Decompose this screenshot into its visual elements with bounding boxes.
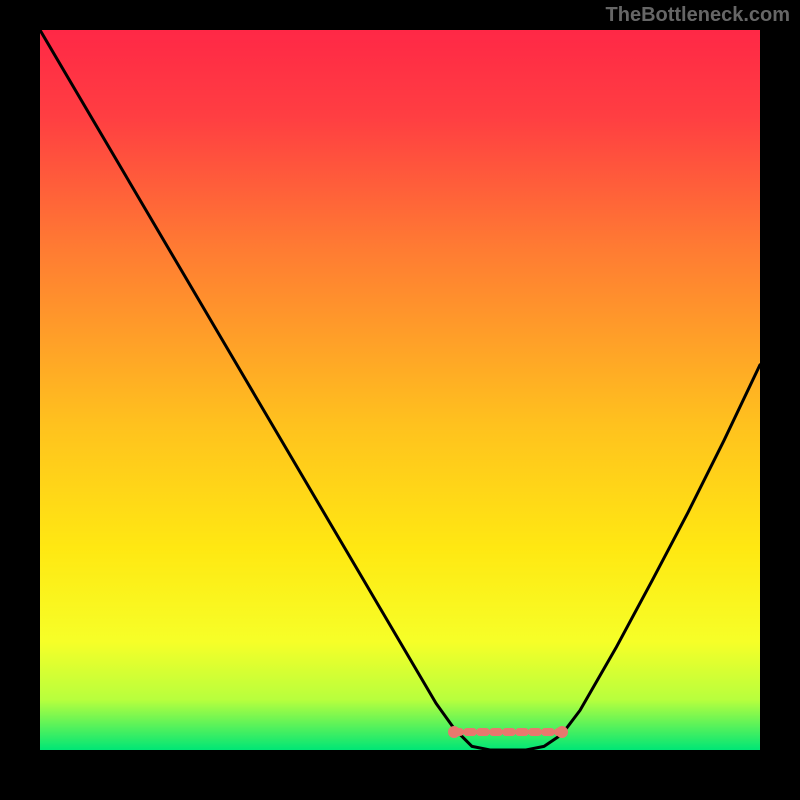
chart-svg (40, 30, 760, 750)
chart-frame: TheBottleneck.com (0, 0, 800, 800)
watermark-text: TheBottleneck.com (606, 4, 790, 27)
plot-area (40, 30, 760, 750)
optimum-band-end-dot (556, 726, 568, 738)
optimum-band-start-dot (448, 726, 460, 738)
